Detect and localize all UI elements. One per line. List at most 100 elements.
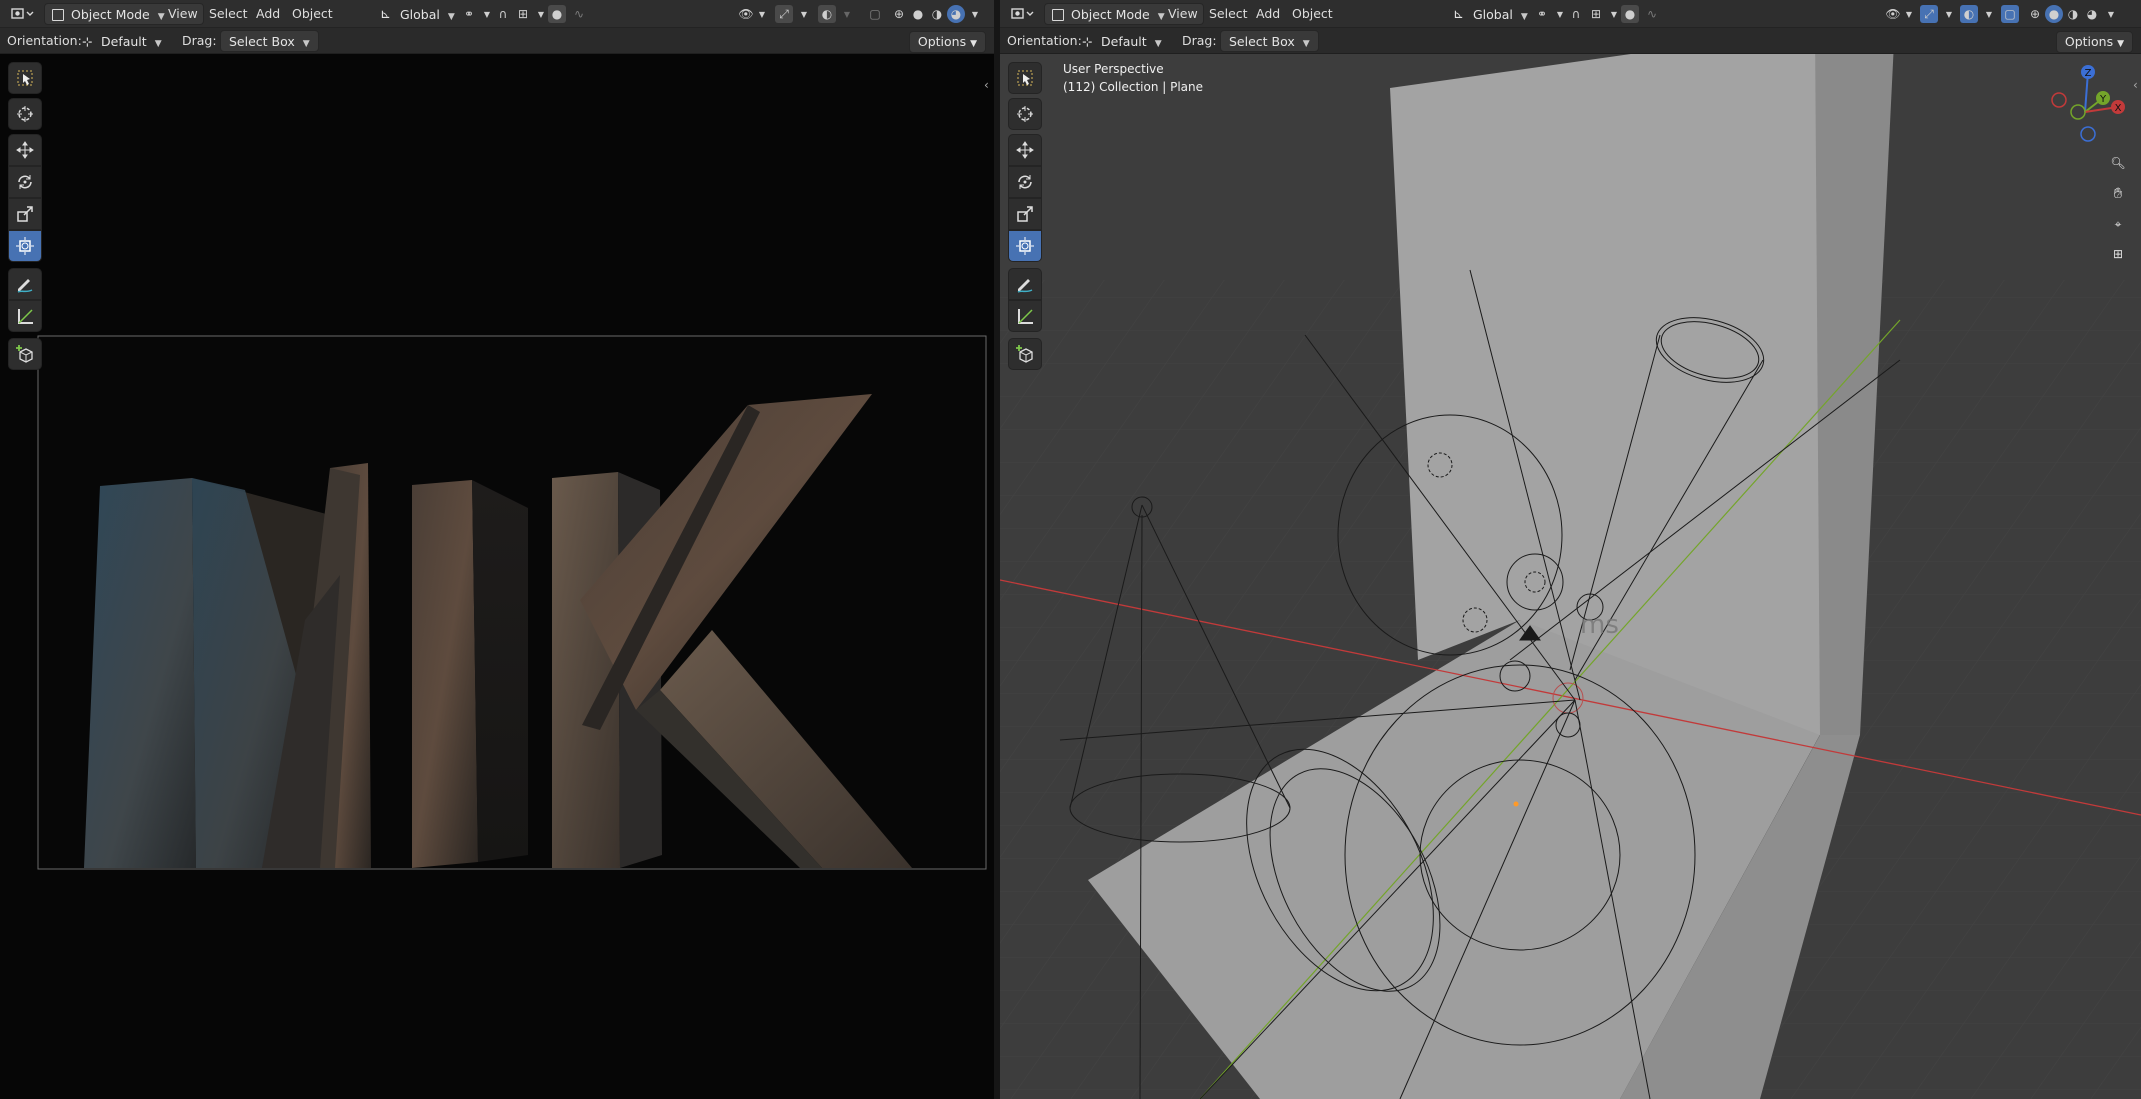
camera-render-view <box>0 54 994 1099</box>
cursor-icon <box>1017 106 1033 122</box>
material-shading-icon[interactable]: ◑ <box>928 5 946 23</box>
tool-annotate[interactable] <box>1008 268 1042 300</box>
orientation-default-dropdown[interactable]: ⊹ Default ▼ <box>1074 30 1172 52</box>
sidebar-toggle-icon[interactable]: ‹ <box>2133 78 2138 92</box>
tool-measure[interactable] <box>1008 300 1042 332</box>
left-tool-header: Orientation: ⊹ Default ▼ Drag: Select Box… <box>0 28 994 54</box>
orientation-axes-icon: ⊾ <box>380 7 391 22</box>
falloff-curve-icon[interactable]: ∿ <box>570 5 588 23</box>
tool-transform[interactable] <box>1008 230 1042 262</box>
menu-object[interactable]: Object <box>292 4 333 24</box>
right-viewport[interactable]: ms Object Mode ▼ View Select Add Object ⊾… <box>1000 0 2141 1099</box>
overlays-icon[interactable]: ◐ <box>1960 5 1978 23</box>
chevron-down-icon: ▼ <box>157 12 165 22</box>
tool-rotate[interactable] <box>1008 166 1042 198</box>
chevron-down-icon[interactable]: ▼ <box>1940 5 1958 23</box>
menu-view[interactable]: View <box>168 4 198 24</box>
snap-increment-icon[interactable]: ⊞ <box>1587 5 1605 23</box>
chevron-down-icon[interactable]: ▼ <box>838 5 856 23</box>
drag-select-box-dropdown[interactable]: Select Box ▼ <box>220 30 319 52</box>
tool-cursor[interactable] <box>8 98 42 130</box>
options-dropdown[interactable]: Options ▼ <box>2055 31 2133 53</box>
transform-orientation-dropdown[interactable]: ⊾ Global ▼ <box>373 3 455 25</box>
rendered-shading-icon[interactable]: ◕ <box>947 5 965 23</box>
chevron-down-icon: ▼ <box>154 39 162 49</box>
chevron-down-icon: ▼ <box>2117 39 2124 49</box>
menu-add[interactable]: Add <box>1256 4 1280 24</box>
right-tool-header: Orientation: ⊹ Default ▼ Drag: Select Box… <box>1000 28 2141 54</box>
pivot-point-icon[interactable]: ⚭ <box>460 5 478 23</box>
proportional-edit-icon[interactable]: ● <box>548 5 566 23</box>
chevron-down-icon: ▼ <box>1302 39 1310 49</box>
overlays-icon[interactable]: ◐ <box>818 5 836 23</box>
tool-transform[interactable] <box>8 230 42 262</box>
options-dropdown[interactable]: Options ▼ <box>908 31 986 53</box>
material-shading-icon[interactable]: ◑ <box>2064 5 2082 23</box>
tool-rotate[interactable] <box>8 166 42 198</box>
editor-type-icon[interactable] <box>10 5 36 23</box>
pan-hand-icon[interactable]: ✋︎ <box>2105 180 2131 206</box>
letter-m <box>84 463 371 868</box>
tool-add-cube[interactable] <box>1008 338 1042 370</box>
menu-add[interactable]: Add <box>256 4 280 24</box>
drag-label: Drag: <box>182 33 217 48</box>
wireframe-shading-icon[interactable]: ⊕ <box>2026 5 2044 23</box>
right-viewport-header: Object Mode ▼ View Select Add Object ⊾ Gl… <box>1000 0 2141 28</box>
chevron-down-icon[interactable]: ▼ <box>753 5 771 23</box>
tool-cursor[interactable] <box>1008 98 1042 130</box>
tool-measure[interactable] <box>8 300 42 332</box>
chevron-down-icon[interactable]: ▼ <box>795 5 813 23</box>
menu-view[interactable]: View <box>1168 4 1198 24</box>
snap-increment-icon[interactable]: ⊞ <box>514 5 532 23</box>
orientation-default-dropdown[interactable]: ⊹ Default ▼ <box>74 30 172 52</box>
menu-object[interactable]: Object <box>1292 4 1333 24</box>
orientation-label: Orientation: <box>1007 33 1082 48</box>
tool-add-cube[interactable] <box>8 338 42 370</box>
chevron-down-icon[interactable]: ▼ <box>1900 5 1918 23</box>
rendered-shading-icon[interactable]: ◕ <box>2083 5 2101 23</box>
chevron-down-icon[interactable]: ▼ <box>966 5 984 23</box>
solid-shading-icon[interactable]: ● <box>909 5 927 23</box>
orientation-axes-icon: ⊹ <box>82 34 93 49</box>
camera-view-icon[interactable]: ⌖ <box>2105 211 2131 237</box>
falloff-curve-icon[interactable]: ∿ <box>1643 5 1661 23</box>
solid-shading-icon[interactable]: ● <box>2045 5 2063 23</box>
gizmo-toggle-icon[interactable]: ⤢ <box>775 5 793 23</box>
snap-magnet-icon[interactable]: ∩ <box>1567 5 1585 23</box>
zoom-magnifier-icon[interactable]: 🔍︎ <box>2105 150 2131 176</box>
gizmo-toggle-icon[interactable]: ⤢ <box>1920 5 1938 23</box>
perspective-grid-icon[interactable]: ⊞ <box>2105 241 2131 267</box>
proportional-edit-icon[interactable]: ● <box>1621 5 1639 23</box>
letter-i <box>412 480 528 868</box>
xray-toggle-icon[interactable]: ▢ <box>866 5 884 23</box>
wireframe-shading-icon[interactable]: ⊕ <box>890 5 908 23</box>
editor-type-icon[interactable] <box>1010 5 1036 23</box>
chevron-down-icon: ▼ <box>970 39 977 49</box>
tool-annotate[interactable] <box>8 268 42 300</box>
orientation-label: Orientation: <box>7 33 82 48</box>
chevron-down-icon[interactable]: ▼ <box>2102 5 2120 23</box>
scene-3d-view <box>1000 0 2141 1099</box>
tool-move[interactable] <box>1008 134 1042 166</box>
sidebar-toggle-icon[interactable]: ‹ <box>984 78 989 92</box>
snap-magnet-icon[interactable]: ∩ <box>494 5 512 23</box>
rotate-icon <box>1018 175 1032 189</box>
menu-select[interactable]: Select <box>209 4 248 24</box>
drag-select-box-dropdown[interactable]: Select Box ▼ <box>1220 30 1319 52</box>
add-cube-icon <box>1016 345 1033 363</box>
tool-move[interactable] <box>8 134 42 166</box>
tool-scale[interactable] <box>8 198 42 230</box>
menu-select[interactable]: Select <box>1209 4 1248 24</box>
left-viewport[interactable]: Object Mode ▼ View Select Add Object ⊾ Gl… <box>0 0 994 1099</box>
xray-toggle-icon[interactable]: ▢ <box>2001 5 2019 23</box>
tool-scale[interactable] <box>1008 198 1042 230</box>
transform-orientation-dropdown[interactable]: ⊾ Global ▼ <box>1446 3 1528 25</box>
chevron-down-icon: ▼ <box>1157 12 1165 22</box>
tool-select-box[interactable] <box>1008 62 1042 94</box>
view-name-label: User Perspective <box>1063 62 1164 76</box>
navigation-gizmo[interactable]: Z Y X <box>2048 62 2128 146</box>
chevron-down-icon[interactable]: ▼ <box>1980 5 1998 23</box>
scale-icon <box>17 206 33 222</box>
pivot-point-icon[interactable]: ⚭ <box>1533 5 1551 23</box>
tool-select-box[interactable] <box>8 62 42 94</box>
